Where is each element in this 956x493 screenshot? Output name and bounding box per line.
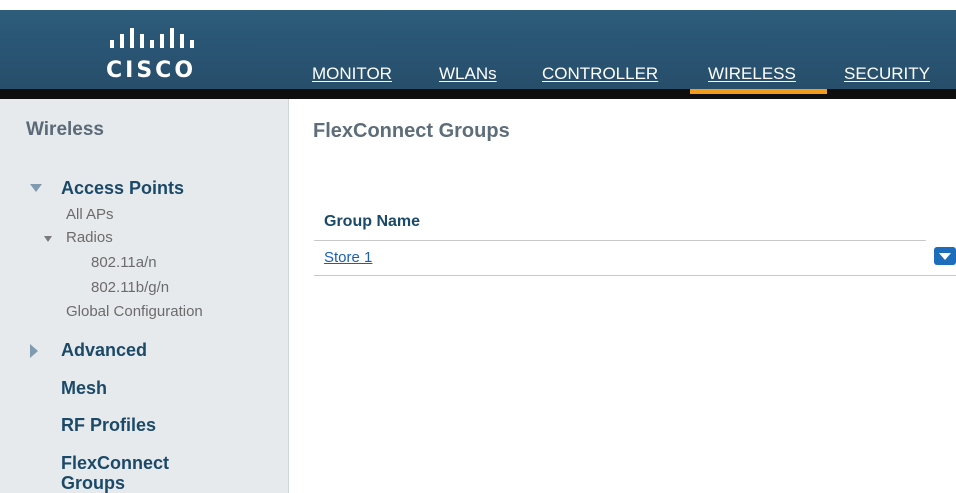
sidebar-item-global-configuration[interactable]: Global Configuration — [66, 303, 203, 320]
active-tab-indicator — [690, 89, 827, 94]
page-title: FlexConnect Groups — [313, 120, 510, 142]
cisco-logo: CISCO — [96, 26, 206, 86]
nav-monitor[interactable]: MONITOR — [312, 64, 392, 90]
sidebar-item-rf-profiles[interactable]: RF Profiles — [61, 415, 156, 436]
header-top-border — [0, 0, 956, 10]
sidebar-item-radio-80211bgn[interactable]: 802.11b/g/n — [91, 279, 169, 296]
nav-controller[interactable]: CONTROLLER — [542, 64, 658, 90]
triangle-right-icon[interactable] — [30, 344, 38, 358]
nav-wireless[interactable]: WIRELESS — [708, 64, 796, 90]
triangle-down-icon[interactable] — [30, 184, 42, 192]
group-name-link[interactable]: Store 1 — [324, 249, 372, 266]
row-divider — [314, 275, 956, 276]
cisco-wordmark: CISCO — [106, 58, 197, 83]
top-header: CISCO MONITOR WLANs CONTROLLER WIRELESS … — [0, 0, 956, 99]
nav-wlans[interactable]: WLANs — [439, 64, 497, 90]
sidebar-title: Wireless — [26, 119, 104, 140]
cisco-logo-bars — [110, 26, 194, 48]
sidebar: Wireless Access Points All APs Radios 80… — [0, 99, 289, 493]
dropdown-arrow-icon[interactable] — [934, 247, 956, 265]
sidebar-item-radios[interactable]: Radios — [66, 229, 113, 246]
triangle-down-icon[interactable] — [44, 236, 52, 242]
column-header-group-name: Group Name — [324, 213, 421, 230]
header-divider — [314, 240, 926, 241]
sidebar-item-mesh[interactable]: Mesh — [61, 378, 107, 399]
sidebar-item-access-points[interactable]: Access Points — [61, 178, 184, 199]
sidebar-item-all-aps[interactable]: All APs — [66, 206, 114, 223]
sidebar-item-radio-80211an[interactable]: 802.11a/n — [91, 254, 157, 271]
sidebar-item-flexconnect-groups[interactable]: FlexConnect Groups — [61, 453, 231, 493]
sidebar-item-advanced[interactable]: Advanced — [61, 340, 147, 361]
nav-security[interactable]: SECURITY — [844, 64, 930, 90]
